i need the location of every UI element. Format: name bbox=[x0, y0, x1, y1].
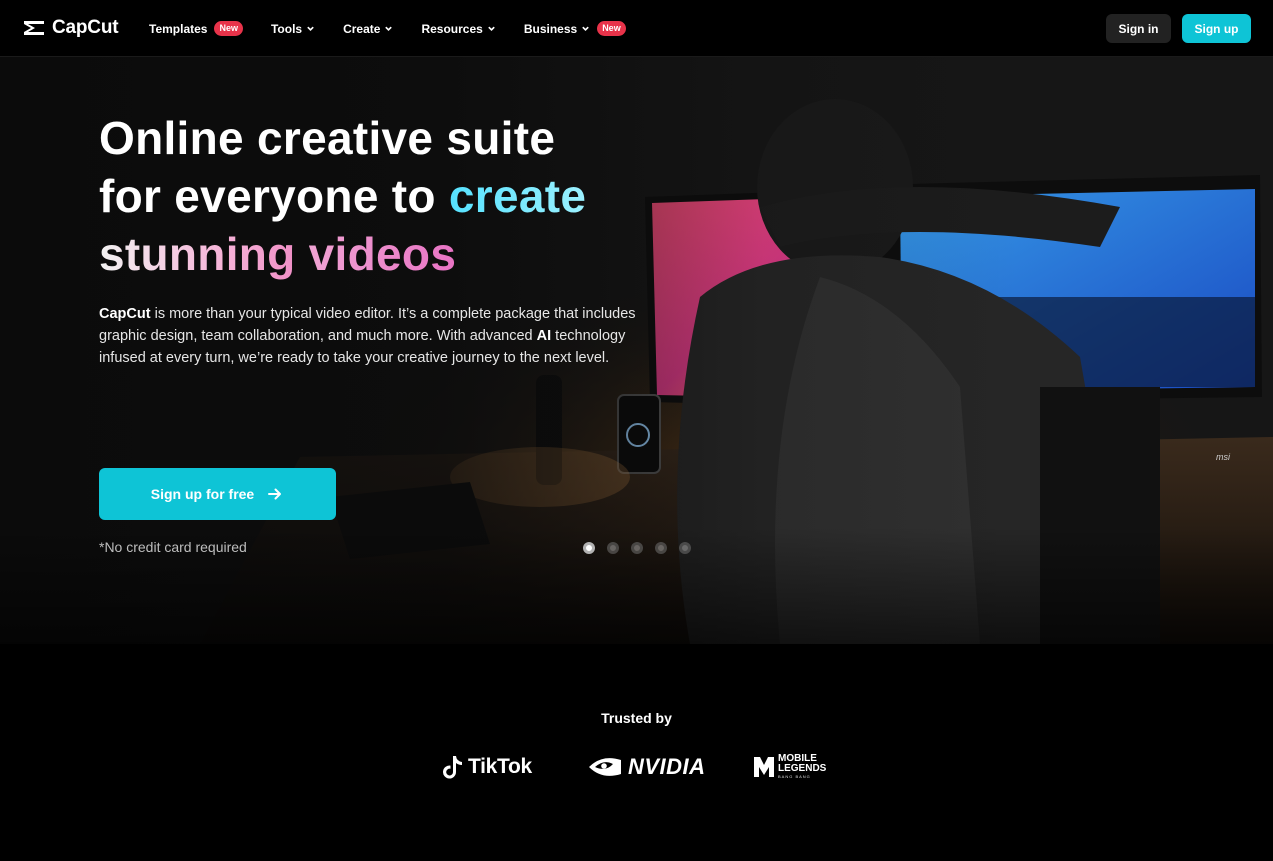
sign-in-button[interactable]: Sign in bbox=[1106, 14, 1171, 43]
carousel-dot[interactable] bbox=[607, 542, 619, 554]
nav-resources-label: Resources bbox=[421, 21, 483, 36]
new-badge: New bbox=[597, 21, 626, 36]
carousel-dots bbox=[583, 542, 691, 554]
nav-business-label: Business bbox=[523, 21, 578, 36]
nvidia-logo: NVIDIA bbox=[588, 754, 706, 780]
sign-up-free-button[interactable]: Sign up for free bbox=[99, 468, 336, 520]
new-badge: New bbox=[214, 21, 243, 36]
mobile-legends-wordmark: MOBILE LEGENDS BANG BANG bbox=[778, 754, 827, 780]
tiktok-wordmark: TikTok bbox=[468, 755, 532, 778]
mobile-legends-emblem-icon bbox=[754, 756, 774, 777]
carousel-dot[interactable] bbox=[655, 542, 667, 554]
mobile-legends-sub: BANG BANG bbox=[778, 774, 811, 779]
hero-description: CapCut is more than your typical video e… bbox=[99, 303, 644, 369]
capcut-logo[interactable]: CapCut bbox=[22, 16, 119, 40]
nvidia-wordmark: NVIDIA bbox=[628, 754, 706, 779]
nvidia-eye-icon bbox=[589, 758, 621, 776]
nav-business[interactable]: Business New bbox=[524, 21, 626, 36]
carousel-dot[interactable] bbox=[583, 542, 595, 554]
headline-videos: videos bbox=[308, 228, 457, 280]
nav-tools[interactable]: Tools bbox=[271, 22, 315, 36]
carousel-dot[interactable] bbox=[631, 542, 643, 554]
trusted-by-title: Trusted by bbox=[601, 710, 672, 726]
nav-templates-label: Templates bbox=[149, 21, 208, 36]
cta-label: Sign up for free bbox=[150, 486, 255, 502]
top-nav: CapCut Templates New Tools Create Resour… bbox=[0, 0, 1273, 57]
headline-line-2-prefix: for everyone to bbox=[99, 170, 449, 222]
mobile-legends-logo: MOBILE LEGENDS BANG BANG bbox=[753, 754, 826, 779]
carousel-dot[interactable] bbox=[679, 542, 691, 554]
nav-tools-label: Tools bbox=[270, 21, 303, 36]
trusted-by-section: Trusted by TikTok NVIDIA MOBILE LEGENDS … bbox=[0, 644, 1273, 861]
chevron-down-icon bbox=[385, 26, 393, 31]
main-menu: Templates New Tools Create Resources Bus… bbox=[149, 0, 654, 57]
headline-stunning: stunning bbox=[99, 228, 296, 280]
page: CapCut Templates New Tools Create Resour… bbox=[0, 0, 1273, 861]
tiktok-logo: TikTok bbox=[442, 754, 532, 780]
chevron-down-icon bbox=[488, 26, 495, 31]
brand-name: CapCut bbox=[52, 17, 119, 38]
chevron-down-icon bbox=[307, 26, 314, 31]
arrow-right-icon bbox=[268, 488, 282, 500]
nav-create-label: Create bbox=[343, 21, 381, 36]
chevron-down-icon bbox=[582, 26, 589, 31]
no-credit-card-note: *No credit card required bbox=[99, 539, 247, 555]
headline-line-1: Online creative suite bbox=[99, 112, 556, 164]
tiktok-note-icon bbox=[443, 756, 462, 779]
nav-create[interactable]: Create bbox=[343, 22, 393, 36]
partner-logos: TikTok NVIDIA MOBILE LEGENDS BANG BANG bbox=[442, 752, 842, 784]
desc-brand: CapCut bbox=[99, 306, 151, 322]
headline-create-highlight: create bbox=[448, 170, 587, 222]
nav-templates[interactable]: Templates New bbox=[149, 21, 243, 36]
hero-section: msi Online creative suite for everyone t… bbox=[0, 57, 1273, 644]
nav-resources[interactable]: Resources bbox=[421, 22, 495, 36]
desc-ai: AI bbox=[536, 328, 552, 344]
hero-headline: Online creative suite for everyone to cr… bbox=[99, 109, 659, 283]
capcut-logo-icon bbox=[24, 21, 44, 35]
mobile-legends-bottom: LEGENDS bbox=[778, 763, 827, 774]
sign-up-button[interactable]: Sign up bbox=[1182, 14, 1251, 43]
